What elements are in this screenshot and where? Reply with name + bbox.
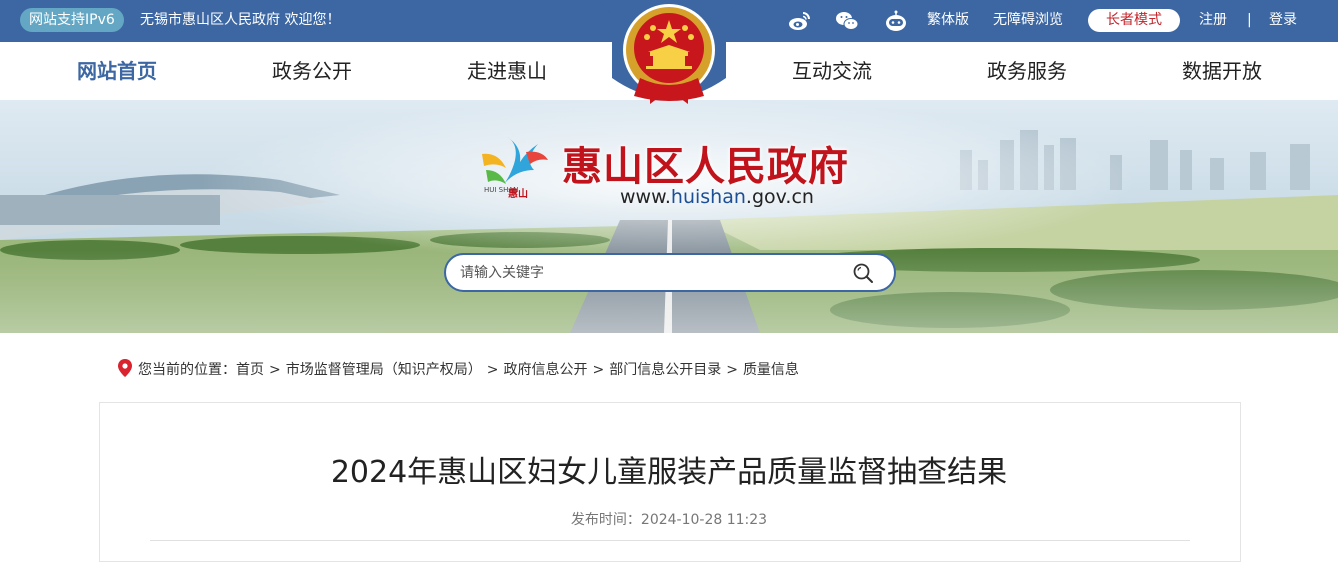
- breadcrumb-home[interactable]: 首页: [236, 362, 264, 378]
- publish-time-label: 发布时间：: [570, 512, 641, 528]
- breadcrumb-prefix: 您当前的位置：: [138, 362, 236, 378]
- site-name: 惠山区人民政府: [562, 144, 849, 190]
- search-input[interactable]: [460, 263, 840, 283]
- nav-gov-affairs-open[interactable]: 政务公开: [232, 42, 392, 100]
- breadcrumb-dept-info-catalog[interactable]: 部门信息公开目录: [609, 362, 721, 378]
- location-pin-icon: [118, 359, 132, 377]
- breadcrumb-gov-info-open[interactable]: 政府信息公开: [503, 362, 587, 378]
- logo-chinese-text: 惠山: [508, 189, 528, 200]
- article-divider: [150, 540, 1190, 541]
- nav-open-data[interactable]: 数据开放: [1142, 42, 1302, 100]
- robot-icon[interactable]: [884, 9, 908, 33]
- nav-about-huishan[interactable]: 走进惠山: [427, 42, 587, 100]
- topbar-separator: |: [1247, 12, 1252, 28]
- nav-home[interactable]: 网站首页: [37, 42, 197, 100]
- search-icon[interactable]: [852, 262, 874, 284]
- breadcrumb-separator: >: [726, 362, 738, 378]
- register-link[interactable]: 注册: [1199, 0, 1227, 40]
- site-url: www.huishan.gov.cn: [620, 186, 814, 208]
- breadcrumb: 您当前的位置：首页 > 市场监督管理局（知识产权局） > 政府信息公开 > 部门信息公开目录…: [118, 359, 799, 380]
- weibo-icon[interactable]: [788, 9, 812, 33]
- breadcrumb-separator: >: [269, 362, 281, 378]
- article-title: 2024年惠山区妇女儿童服装产品质量监督抽查结果: [330, 455, 1008, 490]
- wechat-icon[interactable]: [835, 9, 859, 33]
- accessibility-link[interactable]: 无障碍浏览: [993, 0, 1063, 40]
- traditional-chinese-link[interactable]: 繁体版: [927, 0, 969, 40]
- breadcrumb-market-supervision[interactable]: 市场监督管理局（知识产权局）: [286, 362, 482, 378]
- nav-interaction[interactable]: 互动交流: [752, 42, 912, 100]
- site-url-highlight: huishan: [670, 186, 746, 208]
- welcome-text: 无锡市惠山区人民政府 欢迎您！: [140, 12, 341, 28]
- site-url-prefix: www.: [620, 186, 671, 208]
- breadcrumb-quality-info[interactable]: 质量信息: [743, 362, 799, 378]
- search-box: [444, 253, 896, 292]
- breadcrumb-separator: >: [486, 362, 499, 378]
- publish-time-value: 2024-10-28 11:23: [640, 512, 768, 528]
- ipv6-badge: 网站支持IPv6: [20, 8, 124, 32]
- national-emblem-icon[interactable]: [600, 0, 738, 120]
- elder-mode-button[interactable]: 长者模式: [1088, 9, 1180, 32]
- nav-gov-services[interactable]: 政务服务: [947, 42, 1107, 100]
- site-url-suffix: .gov.cn: [745, 186, 814, 208]
- login-link[interactable]: 登录: [1269, 0, 1297, 40]
- breadcrumb-separator: >: [592, 362, 605, 378]
- publish-time: 发布时间：2024-10-28 11:23: [0, 509, 1338, 529]
